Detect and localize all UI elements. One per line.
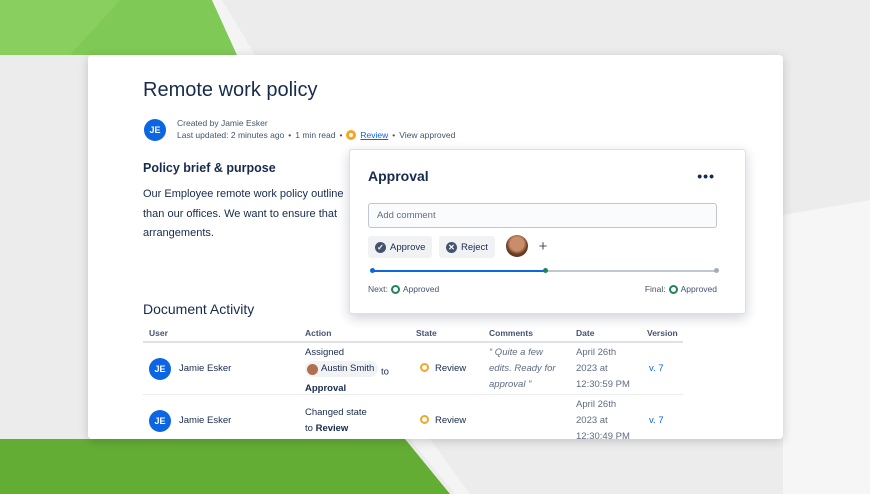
reject-label: Reject	[461, 241, 488, 253]
final-state-label: Approved	[680, 284, 717, 294]
date-line: April 26th	[576, 347, 617, 358]
column-header-comments: Comments	[489, 328, 533, 338]
approved-status-icon	[668, 284, 678, 294]
version-link[interactable]: v. 7	[649, 361, 664, 377]
user-avatar[interactable]: JE	[149, 410, 171, 432]
paragraph-line: arrangements.	[143, 227, 214, 239]
policy-paragraph: Our Employee remote work policy outline …	[143, 185, 353, 244]
state-cell: Review	[420, 413, 466, 429]
document-activity-heading: Document Activity	[143, 301, 255, 317]
section-heading: Policy brief & purpose	[143, 161, 276, 175]
action-target: Review	[315, 423, 349, 434]
action-text: Changed state	[305, 407, 367, 418]
activity-table: User Action State Comments Date Version …	[143, 325, 683, 439]
approval-progress-track	[370, 268, 719, 273]
approve-button[interactable]: ✓ Approve	[368, 236, 433, 258]
date-line: April 26th	[576, 399, 617, 410]
view-approved-link[interactable]: View approved	[399, 129, 455, 141]
date-cell: April 26th 2023 at 12:30:49 PM	[576, 397, 630, 439]
date-line: 2023 at	[576, 363, 608, 374]
next-prefix: Next:	[368, 284, 388, 294]
state-label: Review	[435, 415, 467, 426]
date-cell: April 26th 2023 at 12:30:59 PM	[576, 345, 630, 393]
column-header-date: Date	[576, 328, 595, 338]
version-link[interactable]: v. 7	[649, 413, 664, 429]
check-circle-icon: ✓	[375, 241, 386, 253]
mention-name: Austin Smith	[321, 363, 375, 374]
read-time: 1 min read	[295, 130, 336, 140]
action-cell: Changed state to Review	[305, 405, 367, 437]
final-state: Final: Approved	[645, 284, 717, 294]
approve-label: Approve	[390, 241, 426, 253]
close-circle-icon: ✕	[446, 241, 457, 253]
add-comment-input[interactable]: Add comment	[368, 203, 717, 228]
state-label: Review	[435, 363, 467, 374]
progress-step-current	[542, 268, 548, 273]
review-status-icon	[420, 415, 429, 424]
column-header-user: User	[149, 328, 168, 338]
column-header-state: State	[416, 328, 437, 338]
more-actions-button[interactable]: •••	[697, 168, 715, 184]
progress-step-start	[370, 268, 375, 273]
action-text: Assigned	[305, 347, 345, 358]
created-by: Created by Jamie Esker	[177, 118, 268, 128]
comment-cell: “ Quite a few edits. Ready for approval …	[489, 345, 556, 393]
action-to: to	[380, 366, 389, 378]
table-row: JE Jamie Esker Changed state to Review R…	[143, 395, 683, 439]
approval-popup: Approval ••• Add comment ✓ Approve ✕ Rej…	[349, 149, 746, 314]
reject-button[interactable]: ✕ Reject	[439, 236, 495, 258]
page-meta: Created by Jamie Esker Last updated: 2 m…	[177, 117, 455, 141]
next-state-label: Approved	[402, 284, 440, 294]
state-cell: Review	[420, 361, 466, 377]
author-avatar[interactable]: JE	[144, 119, 166, 141]
next-state: Next: Approved	[368, 284, 439, 294]
progress-step-end	[714, 268, 719, 273]
approved-status-icon	[390, 284, 400, 294]
review-status-icon	[420, 363, 429, 372]
action-cell: Assigned Austin Smith to Approval	[305, 345, 389, 397]
approver-avatar[interactable]	[506, 235, 528, 257]
user-name: Jamie Esker	[179, 363, 232, 374]
comment-line: “ Quite a few	[489, 347, 543, 358]
date-line: 2023 at	[576, 415, 608, 426]
table-header: User Action State Comments Date Version	[143, 325, 683, 343]
review-status-link[interactable]: Review	[360, 129, 388, 141]
action-to: to	[305, 423, 313, 434]
paragraph-line: than our offices. We want to ensure that	[143, 207, 338, 220]
table-row: JE Jamie Esker Assigned Austin Smith to …	[143, 343, 683, 395]
user-mention[interactable]: Austin Smith	[305, 361, 379, 377]
column-header-action: Action	[305, 328, 332, 338]
meta-separator: •	[392, 130, 396, 140]
final-prefix: Final:	[644, 284, 666, 294]
date-line: 12:30:49 PM	[576, 431, 630, 439]
approval-progress-fill	[371, 270, 545, 272]
user-avatar[interactable]: JE	[149, 358, 171, 380]
column-header-version: Version	[647, 328, 678, 338]
comment-line: approval ”	[489, 379, 532, 390]
page-title: Remote work policy	[143, 79, 318, 101]
date-line: 12:30:59 PM	[576, 379, 630, 390]
review-status-icon	[346, 130, 357, 140]
paragraph-line: Our Employee remote work policy outline	[143, 188, 344, 200]
comment-line: edits. Ready for	[489, 363, 556, 374]
add-approver-button[interactable]: +	[532, 235, 554, 257]
last-updated: Last updated: 2 minutes ago	[177, 130, 285, 140]
meta-separator: •	[288, 130, 292, 140]
mention-avatar	[307, 363, 318, 375]
user-name: Jamie Esker	[179, 415, 232, 426]
approval-title: Approval	[368, 168, 429, 184]
meta-separator: •	[339, 130, 343, 140]
